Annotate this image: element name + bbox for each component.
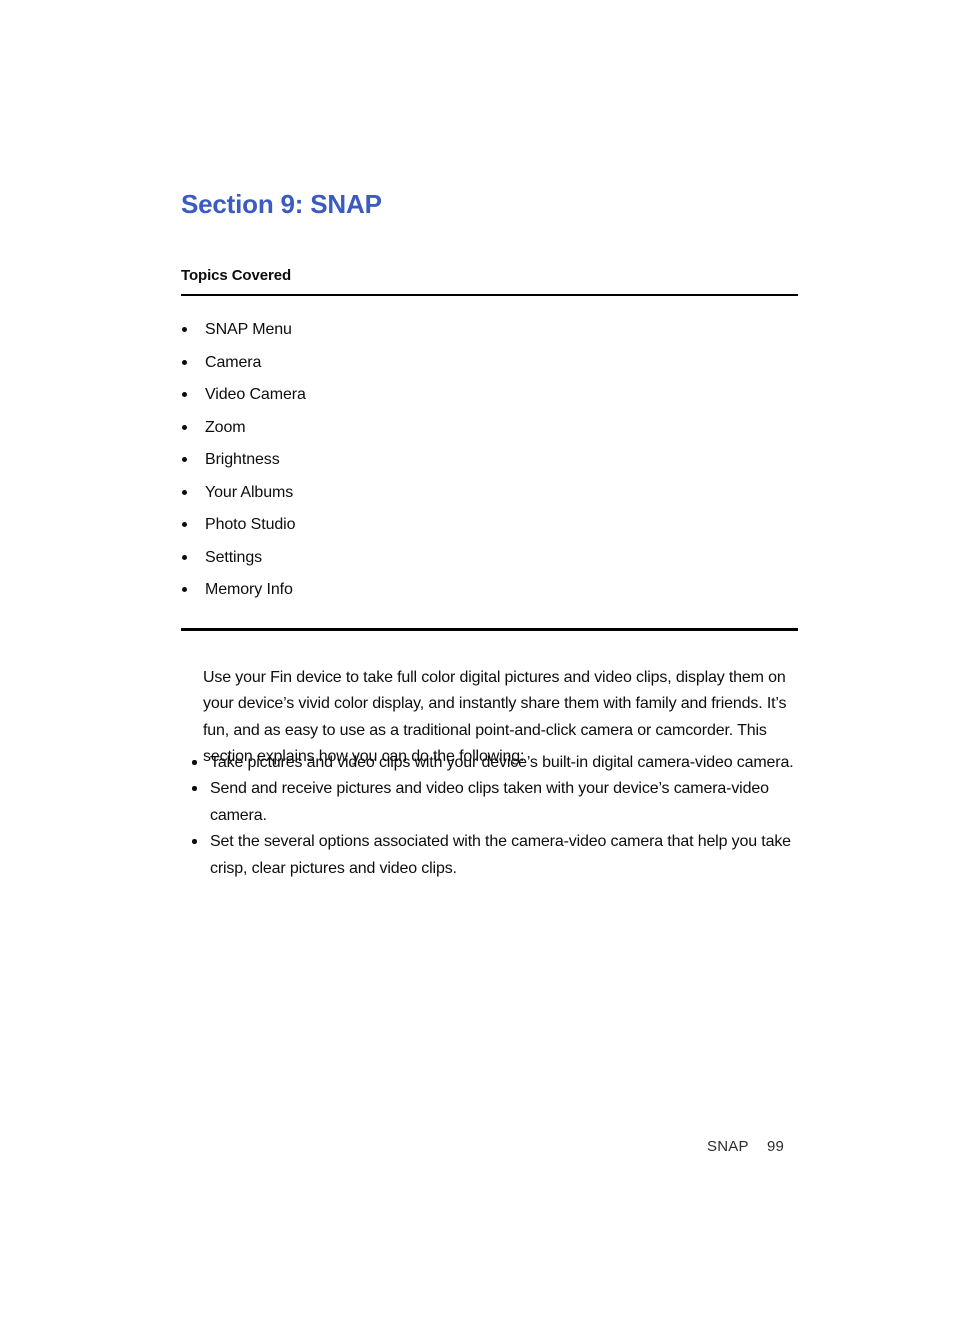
bullet-icon: [182, 554, 187, 560]
list-item: Zoom: [181, 418, 601, 451]
list-item: Take pictures and video clips with your …: [192, 750, 798, 776]
bullet-icon: [182, 457, 187, 462]
list-item-label: Photo Studio: [205, 516, 296, 533]
list-item-label: Memory Info: [205, 581, 293, 598]
document-page: Section 9: SNAP Topics Covered SNAP Menu…: [0, 0, 954, 1319]
footer-section-label: SNAP: [707, 1138, 749, 1155]
list-item-label: Camera: [205, 353, 262, 371]
bullet-icon: [192, 760, 197, 765]
list-item-text: Set the several options associated with …: [210, 833, 791, 877]
bullet-icon: [182, 424, 187, 430]
list-item-text: Send and receive pictures and video clip…: [210, 780, 769, 824]
bullet-icon: [182, 392, 187, 397]
topics-covered-list: SNAP Menu Camera Video Camera Zoom Brigh…: [181, 320, 601, 613]
list-item: SNAP Menu: [181, 320, 601, 353]
list-item-label: SNAP Menu: [205, 321, 292, 338]
bullet-icon: [182, 327, 187, 332]
bullet-icon: [182, 489, 187, 495]
capabilities-list: Take pictures and video clips with your …: [192, 750, 798, 882]
list-item-label: Your Albums: [205, 483, 294, 501]
divider-bottom: [181, 628, 798, 631]
list-item-text: Take pictures and video clips with your …: [210, 754, 794, 771]
list-item: Camera: [181, 353, 601, 386]
list-item: Your Albums: [181, 483, 601, 516]
page-title: Section 9: SNAP: [181, 189, 382, 220]
bullet-icon: [192, 839, 197, 844]
list-item: Brightness: [181, 450, 601, 483]
list-item: Memory Info: [181, 580, 601, 613]
bullet-icon: [182, 359, 187, 365]
list-item: Photo Studio: [181, 515, 601, 548]
bullet-icon: [182, 587, 187, 592]
list-item: Set the several options associated with …: [192, 829, 798, 882]
list-item-label: Settings: [205, 548, 263, 566]
bullet-icon: [192, 786, 197, 791]
list-item: Video Camera: [181, 385, 601, 418]
topics-covered-label: Topics Covered: [181, 267, 292, 284]
page-footer: SNAP 99: [0, 1138, 954, 1160]
divider-top: [181, 294, 798, 296]
list-item-label: Video Camera: [205, 386, 306, 403]
list-item-label: Brightness: [205, 451, 280, 468]
footer-page-number: 99: [767, 1138, 785, 1155]
list-item-label: Zoom: [205, 418, 246, 436]
list-item: Send and receive pictures and video clip…: [192, 776, 798, 829]
bullet-icon: [182, 522, 187, 527]
list-item: Settings: [181, 548, 601, 581]
